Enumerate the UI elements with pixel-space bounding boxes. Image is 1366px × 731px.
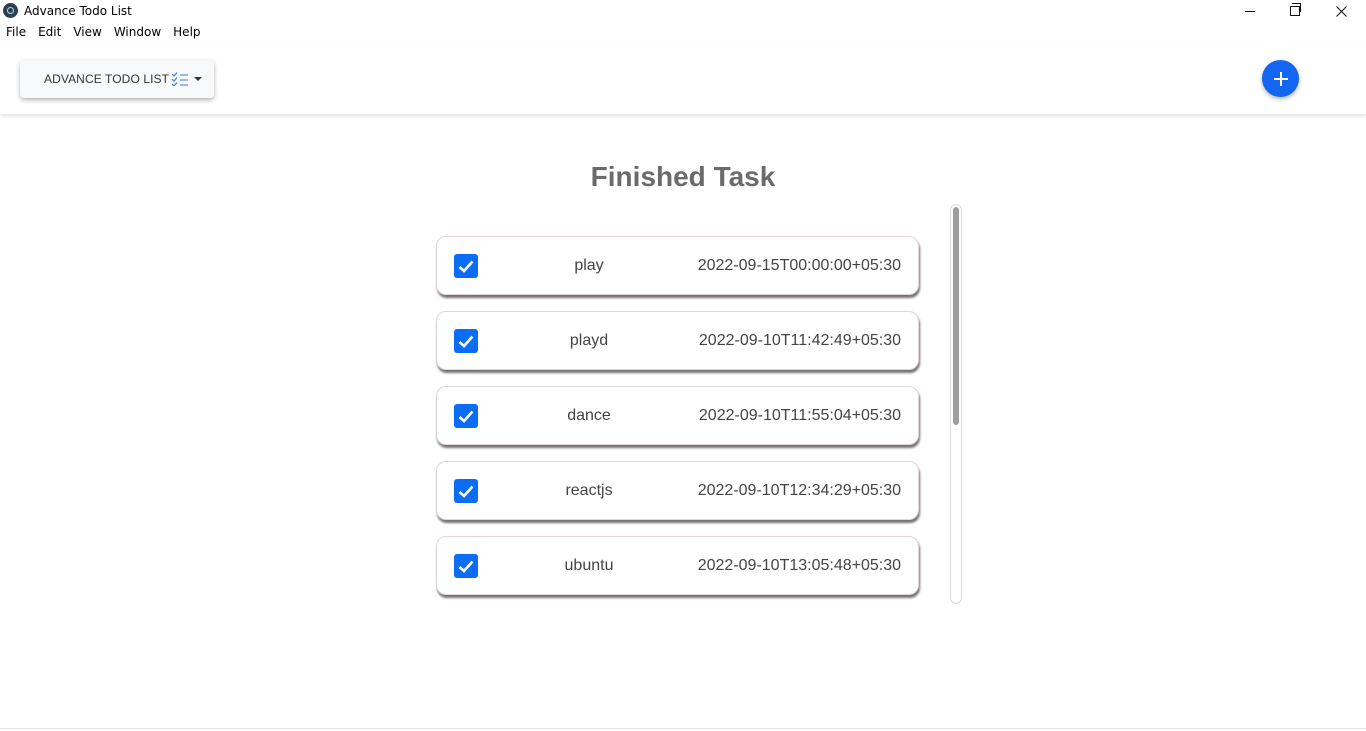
close-icon [1335, 5, 1347, 17]
bottom-divider [0, 728, 1366, 729]
task-item: reactjs 2022-09-10T12:34:29+05:30 [436, 461, 919, 520]
finished-task-list: play 2022-09-15T00:00:00+05:30 playd 202… [436, 236, 919, 611]
task-name: ubuntu [564, 557, 614, 574]
menu-help[interactable]: Help [166, 22, 205, 42]
task-checkbox[interactable] [454, 554, 478, 578]
task-item: playd 2022-09-10T11:42:49+05:30 [436, 311, 919, 370]
task-item: ubuntu 2022-09-10T13:05:48+05:30 [436, 536, 919, 595]
scrollbar-thumb[interactable] [953, 207, 959, 425]
task-checkbox[interactable] [454, 404, 478, 428]
task-date: 2022-09-10T13:05:48+05:30 [697, 557, 901, 574]
plus-icon [1273, 71, 1288, 86]
minimize-icon [1245, 10, 1255, 12]
task-item: play 2022-09-15T00:00:00+05:30 [436, 236, 919, 295]
todo-list-dropdown[interactable]: ADVANCE TODO LIST [20, 60, 214, 98]
check-icon [458, 260, 474, 273]
menu-bar: File Edit View Window Help [0, 22, 1366, 42]
window-title: Advance Todo List [24, 4, 132, 18]
task-item: dance 2022-09-10T11:55:04+05:30 [436, 386, 919, 445]
app-header: ADVANCE TODO LIST [0, 42, 1366, 114]
check-icon [458, 485, 474, 498]
restore-icon [1290, 3, 1301, 16]
task-name: play [574, 257, 604, 274]
check-icon [458, 335, 474, 348]
menu-view[interactable]: View [66, 22, 106, 42]
task-list-scrollbar[interactable] [950, 204, 962, 604]
task-date: 2022-09-10T12:34:29+05:30 [697, 482, 901, 499]
task-date: 2022-09-15T00:00:00+05:30 [697, 257, 901, 274]
menu-window[interactable]: Window [107, 22, 166, 42]
task-checkbox[interactable] [454, 329, 478, 353]
menu-edit[interactable]: Edit [31, 22, 66, 42]
task-name: dance [567, 407, 611, 424]
title-bar: Advance Todo List [0, 0, 1366, 22]
task-checkbox[interactable] [454, 254, 478, 278]
chevron-down-icon [194, 77, 203, 81]
minimize-button[interactable] [1227, 0, 1273, 22]
app-icon [3, 3, 18, 18]
task-name: playd [569, 332, 609, 349]
task-checkbox[interactable] [454, 479, 478, 503]
check-icon [458, 410, 474, 423]
restore-button[interactable] [1272, 0, 1318, 22]
task-date: 2022-09-10T11:55:04+05:30 [698, 407, 901, 424]
task-date: 2022-09-10T11:42:49+05:30 [698, 332, 901, 349]
page-title: Finished Task [590, 161, 776, 192]
check-icon [458, 560, 474, 573]
menu-file[interactable]: File [0, 22, 31, 42]
checklist-icon [171, 72, 189, 86]
close-button[interactable] [1318, 0, 1364, 22]
dropdown-label: ADVANCE TODO LIST [44, 72, 170, 86]
add-task-button[interactable] [1262, 60, 1299, 97]
task-name: reactjs [565, 482, 613, 499]
